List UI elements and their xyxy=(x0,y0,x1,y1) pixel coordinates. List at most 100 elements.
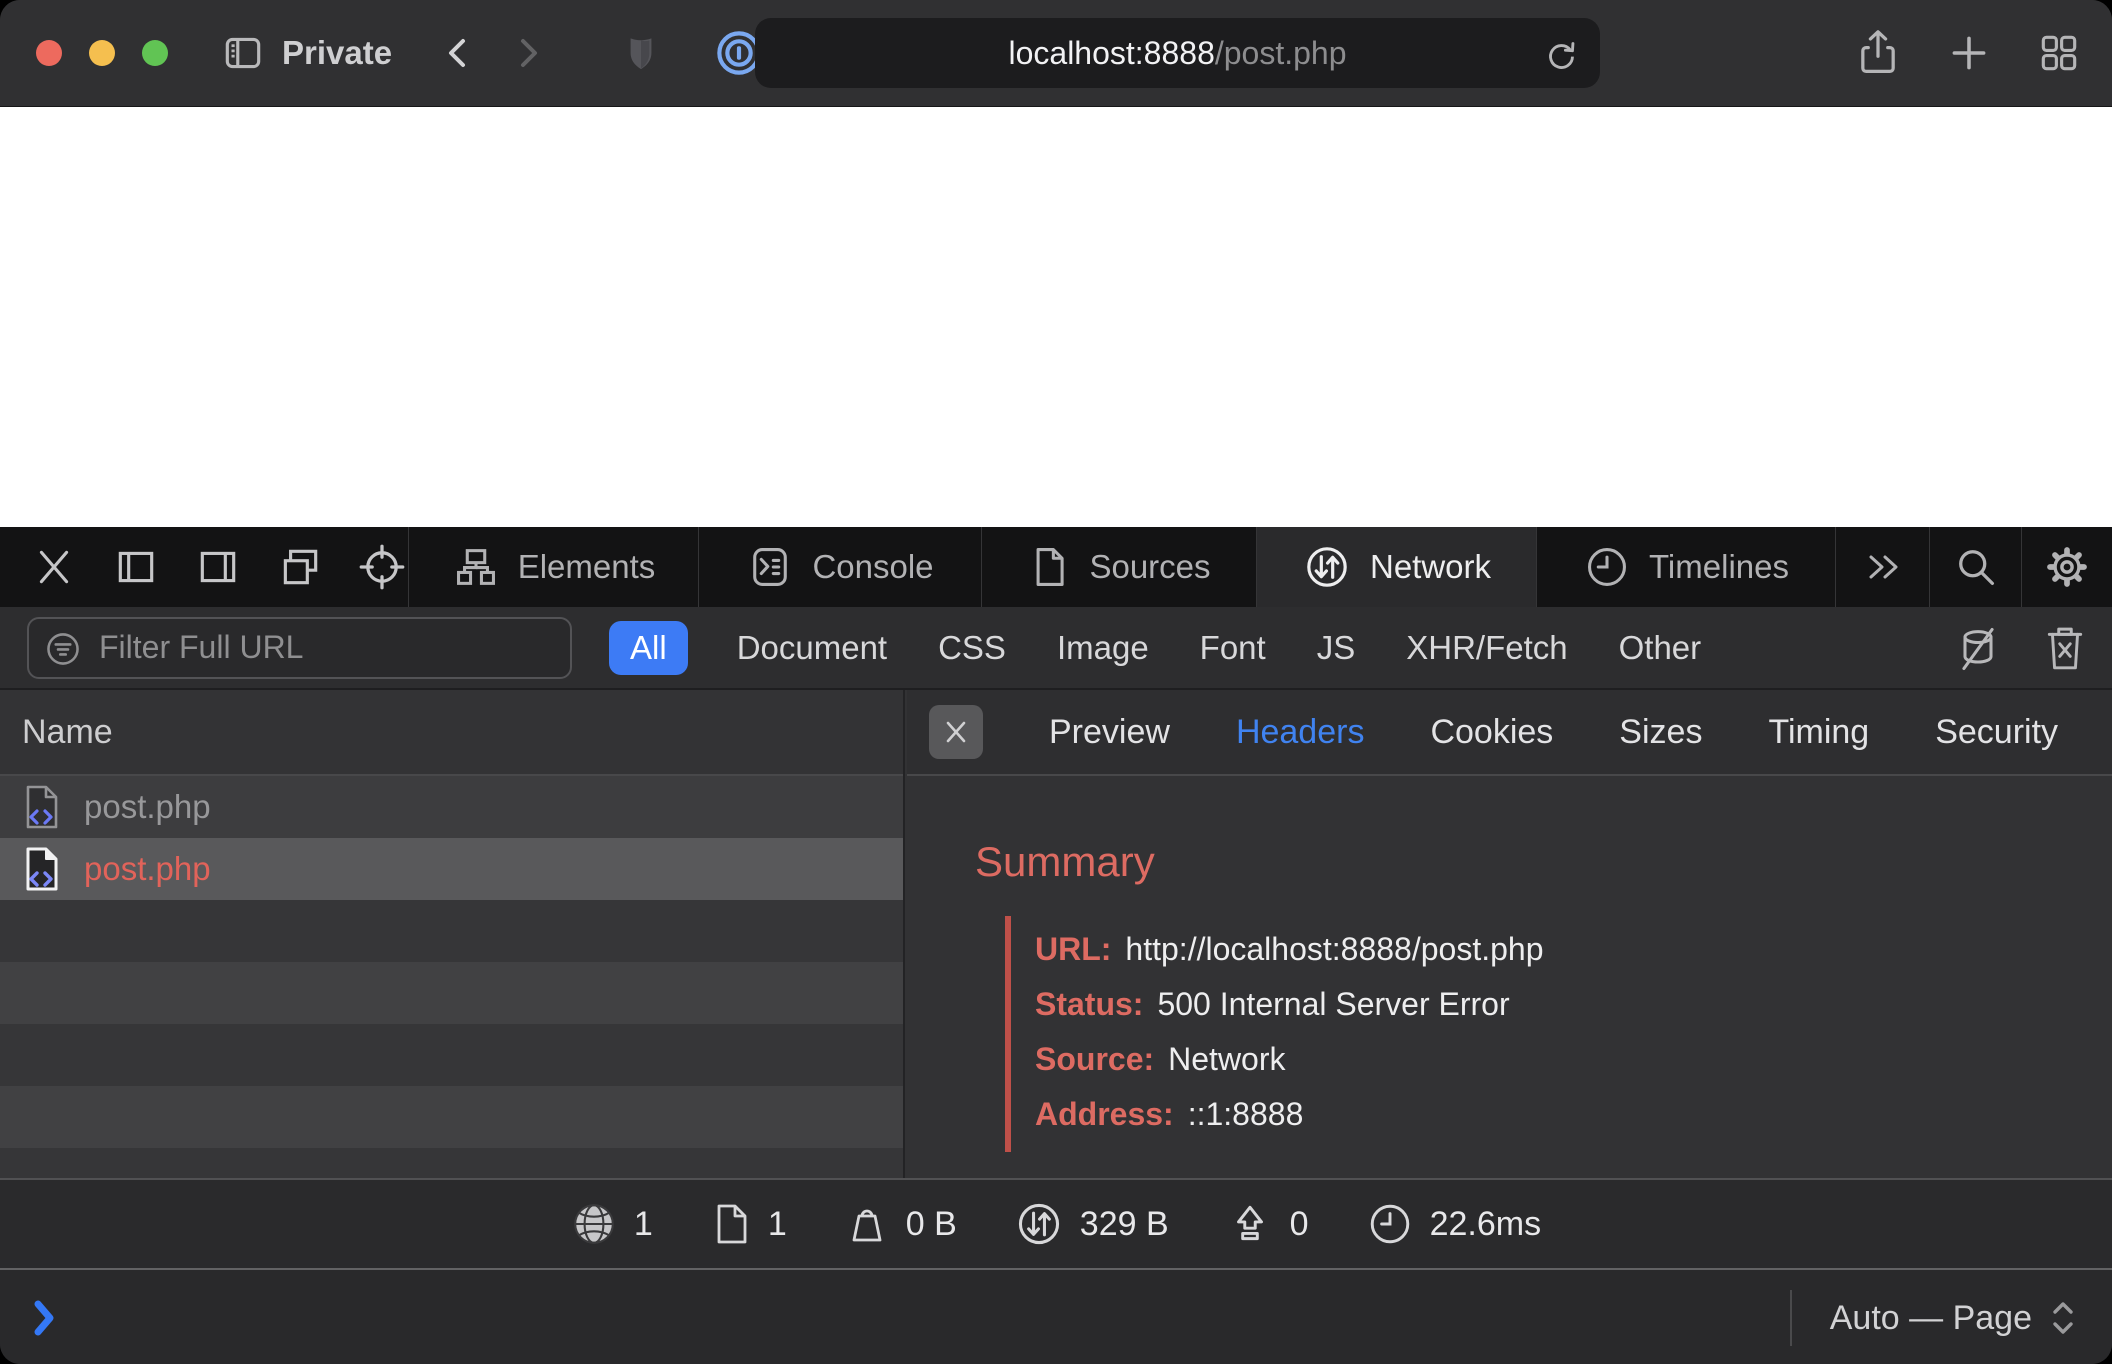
request-detail-panel: Preview Headers Cookies Sizes Timing Sec… xyxy=(907,690,2112,1178)
detail-tab-timing[interactable]: Timing xyxy=(1768,713,1869,752)
detail-tab-security[interactable]: Security xyxy=(1935,713,2058,752)
browser-toolbar: Private xyxy=(0,0,2112,107)
privacy-shield-icon[interactable] xyxy=(618,28,664,78)
file-code-icon xyxy=(22,783,62,831)
empty-row xyxy=(0,900,903,962)
tab-console-label: Console xyxy=(812,548,933,586)
settings-button[interactable] xyxy=(2022,527,2112,607)
request-name: post.php xyxy=(84,850,211,888)
new-tab-icon[interactable] xyxy=(1946,30,1992,76)
stepper-chevrons-icon xyxy=(2048,1296,2078,1340)
share-icon[interactable] xyxy=(1854,27,1902,79)
summary-field-source: Source: Network xyxy=(1035,1032,1544,1087)
stat-load-time: 22.6ms xyxy=(1367,1201,1542,1247)
detail-tab-headers[interactable]: Headers xyxy=(1236,713,1365,752)
close-detail-button[interactable] xyxy=(929,705,983,759)
disable-cache-icon[interactable] xyxy=(1954,623,2002,675)
empty-row xyxy=(0,1024,903,1086)
upload-icon xyxy=(1227,1201,1273,1247)
network-status-bar: 1 1 0 B xyxy=(0,1178,2112,1268)
name-column-header[interactable]: Name xyxy=(0,690,903,776)
inspect-element-icon[interactable] xyxy=(356,540,408,594)
dock-to-side-icon[interactable] xyxy=(110,540,162,594)
console-prompt-icon xyxy=(26,1294,62,1342)
tab-elements-label: Elements xyxy=(518,548,656,586)
network-filter-bar: All Document CSS Image Font JS XHR/Fetch… xyxy=(0,607,2112,690)
divider xyxy=(1790,1290,1792,1346)
network-icon xyxy=(1302,542,1352,592)
dock-to-bottom-icon[interactable] xyxy=(192,540,244,594)
tab-overview-icon[interactable] xyxy=(2036,30,2082,76)
clear-network-items-icon[interactable] xyxy=(2042,623,2088,675)
address-bar-url: localhost:8888/post.php xyxy=(1008,35,1346,72)
summary-section-title: Summary xyxy=(975,838,1155,886)
chevron-double-right-icon xyxy=(1859,545,1907,589)
safari-window: Private xyxy=(0,0,2112,1364)
request-name: post.php xyxy=(84,788,211,826)
timelines-icon xyxy=(1583,543,1631,591)
search-button[interactable] xyxy=(1930,527,2022,607)
forward-button[interactable] xyxy=(508,29,548,77)
requests-list-panel: Name post.php xyxy=(0,690,905,1178)
summary-field-status: Status: 500 Internal Server Error xyxy=(1035,977,1544,1032)
close-icon xyxy=(939,715,973,749)
filter-type-xhr-fetch[interactable]: XHR/Fetch xyxy=(1404,621,1569,675)
filter-type-all[interactable]: All xyxy=(609,621,688,675)
quick-console[interactable]: Auto — Page xyxy=(0,1268,2112,1364)
reload-icon[interactable] xyxy=(1540,33,1582,75)
resource-type-filters: All Document CSS Image Font JS XHR/Fetch… xyxy=(609,621,1703,675)
gear-icon xyxy=(2042,542,2092,592)
summary-field-url: URL: http://localhost:8888/post.php xyxy=(1035,922,1544,977)
stat-transfer-size: 329 B xyxy=(1015,1200,1169,1248)
sources-icon xyxy=(1027,543,1071,591)
filter-icon xyxy=(43,629,83,669)
execution-context-label: Auto — Page xyxy=(1830,1299,2032,1338)
minimize-window-button[interactable] xyxy=(89,40,115,66)
filter-type-css[interactable]: CSS xyxy=(936,621,1008,675)
console-icon xyxy=(746,543,794,591)
zoom-window-button[interactable] xyxy=(142,40,168,66)
stat-resource-size: 0 B xyxy=(845,1201,957,1247)
summary-fields: URL: http://localhost:8888/post.php Stat… xyxy=(1005,916,1544,1152)
execution-context-select[interactable]: Auto — Page xyxy=(1790,1270,2078,1364)
summary-field-address: Address: ::1:8888 xyxy=(1035,1087,1544,1142)
filter-url-input[interactable] xyxy=(27,617,572,679)
filter-type-image[interactable]: Image xyxy=(1055,621,1151,675)
detail-tab-bar: Preview Headers Cookies Sizes Timing Sec… xyxy=(907,690,2112,776)
tab-elements[interactable]: Elements xyxy=(409,527,699,607)
tab-sources[interactable]: Sources xyxy=(982,527,1257,607)
stat-resources: 1 xyxy=(711,1201,787,1247)
stat-redirects: 0 xyxy=(1227,1201,1309,1247)
transfer-icon xyxy=(1015,1200,1063,1248)
request-row-selected[interactable]: post.php xyxy=(0,838,903,900)
filter-type-other[interactable]: Other xyxy=(1617,621,1704,675)
detail-tab-sizes[interactable]: Sizes xyxy=(1619,713,1702,752)
stat-domains: 1 xyxy=(571,1201,653,1247)
page-content xyxy=(0,107,2112,527)
filter-type-js[interactable]: JS xyxy=(1315,621,1358,675)
address-bar[interactable]: localhost:8888/post.php xyxy=(755,18,1600,88)
sidebar-toggle[interactable]: Private xyxy=(220,30,392,76)
detail-tab-preview[interactable]: Preview xyxy=(1049,713,1170,752)
tab-network-label: Network xyxy=(1370,548,1491,586)
detail-tab-cookies[interactable]: Cookies xyxy=(1430,713,1553,752)
tab-timelines[interactable]: Timelines xyxy=(1537,527,1836,607)
elements-icon xyxy=(452,543,500,591)
filter-type-font[interactable]: Font xyxy=(1198,621,1268,675)
request-row[interactable]: post.php xyxy=(0,776,903,838)
tab-network[interactable]: Network xyxy=(1257,527,1537,607)
undock-icon[interactable] xyxy=(274,540,326,594)
sidebar-icon xyxy=(220,30,266,76)
empty-row xyxy=(0,1086,903,1148)
more-tabs-button[interactable] xyxy=(1836,527,1930,607)
search-icon xyxy=(1952,543,2000,591)
document-icon xyxy=(711,1201,751,1247)
close-devtools-icon[interactable] xyxy=(28,540,80,594)
devtools-tab-bar: Elements Console Sources xyxy=(0,527,2112,607)
globe-icon xyxy=(571,1201,617,1247)
weight-icon xyxy=(845,1201,889,1247)
back-button[interactable] xyxy=(438,29,478,77)
close-window-button[interactable] xyxy=(36,40,62,66)
tab-console[interactable]: Console xyxy=(699,527,982,607)
filter-type-document[interactable]: Document xyxy=(735,621,889,675)
